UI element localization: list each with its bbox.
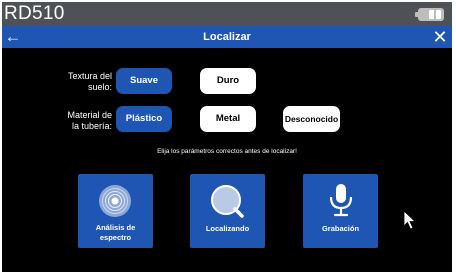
close-icon[interactable]: ✕: [431, 26, 449, 48]
search-magnifier-icon: [211, 185, 244, 218]
hint-text: Elija los parámetros correctos antes de …: [157, 148, 297, 155]
arrow-left-icon[interactable]: ←: [4, 26, 22, 48]
tile-label-recording: Grabación: [321, 224, 360, 233]
soil-texture-label: Textura del suelo:: [67, 71, 112, 92]
pipe-material-label: Material de la tubería:: [67, 110, 112, 131]
soil-option-suave[interactable]: Suave: [116, 68, 172, 94]
mouse-pointer-icon: [403, 210, 416, 230]
spectrum-icon: [99, 185, 131, 217]
microphone-icon: [329, 184, 353, 217]
spectrum-analysis-button[interactable]: Análisis de espectro: [78, 174, 153, 248]
device-name: RD510: [4, 3, 65, 24]
pipe-option-plastico[interactable]: Plástico: [116, 106, 172, 132]
pipe-option-desconocido[interactable]: Desconocido: [283, 106, 340, 132]
recording-button[interactable]: Grabación: [303, 174, 378, 248]
battery-icon: [415, 8, 444, 21]
locating-button[interactable]: Localizando: [190, 174, 265, 248]
device-screen: RD510 Localizar ← ✕ Textura del suelo: S…: [2, 2, 452, 272]
tile-label-locating: Localizando: [205, 224, 250, 233]
title-bar: Localizar ← ✕: [2, 26, 452, 48]
status-bar: RD510: [2, 2, 452, 26]
tile-label-spectrum: Análisis de espectro: [95, 223, 136, 242]
soil-option-duro[interactable]: Duro: [200, 68, 256, 94]
screen-title: Localizar: [203, 31, 251, 43]
pipe-option-metal[interactable]: Metal: [200, 106, 256, 132]
